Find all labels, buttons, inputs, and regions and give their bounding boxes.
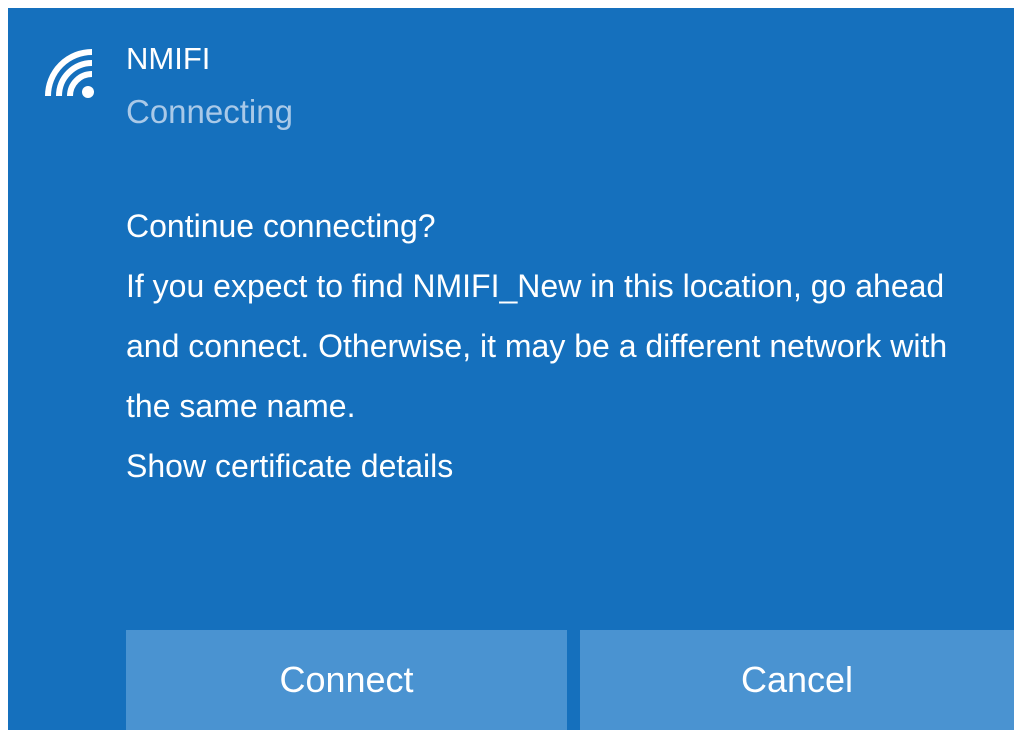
connect-button[interactable]: Connect: [126, 630, 567, 730]
prompt-body: If you expect to find NMIFI_New in this …: [126, 268, 948, 424]
network-connection-panel: NMIFI Connecting Continue connecting? If…: [8, 8, 1014, 730]
network-name: NMIFI: [126, 41, 211, 76]
cancel-button[interactable]: Cancel: [580, 630, 1014, 730]
wifi-icon: [45, 49, 94, 98]
prompt-title: Continue connecting?: [126, 208, 436, 244]
connection-prompt: Continue connecting? If you expect to fi…: [126, 196, 996, 496]
show-certificate-details-link[interactable]: Show certificate details: [126, 436, 996, 496]
network-status: Connecting: [126, 93, 293, 130]
